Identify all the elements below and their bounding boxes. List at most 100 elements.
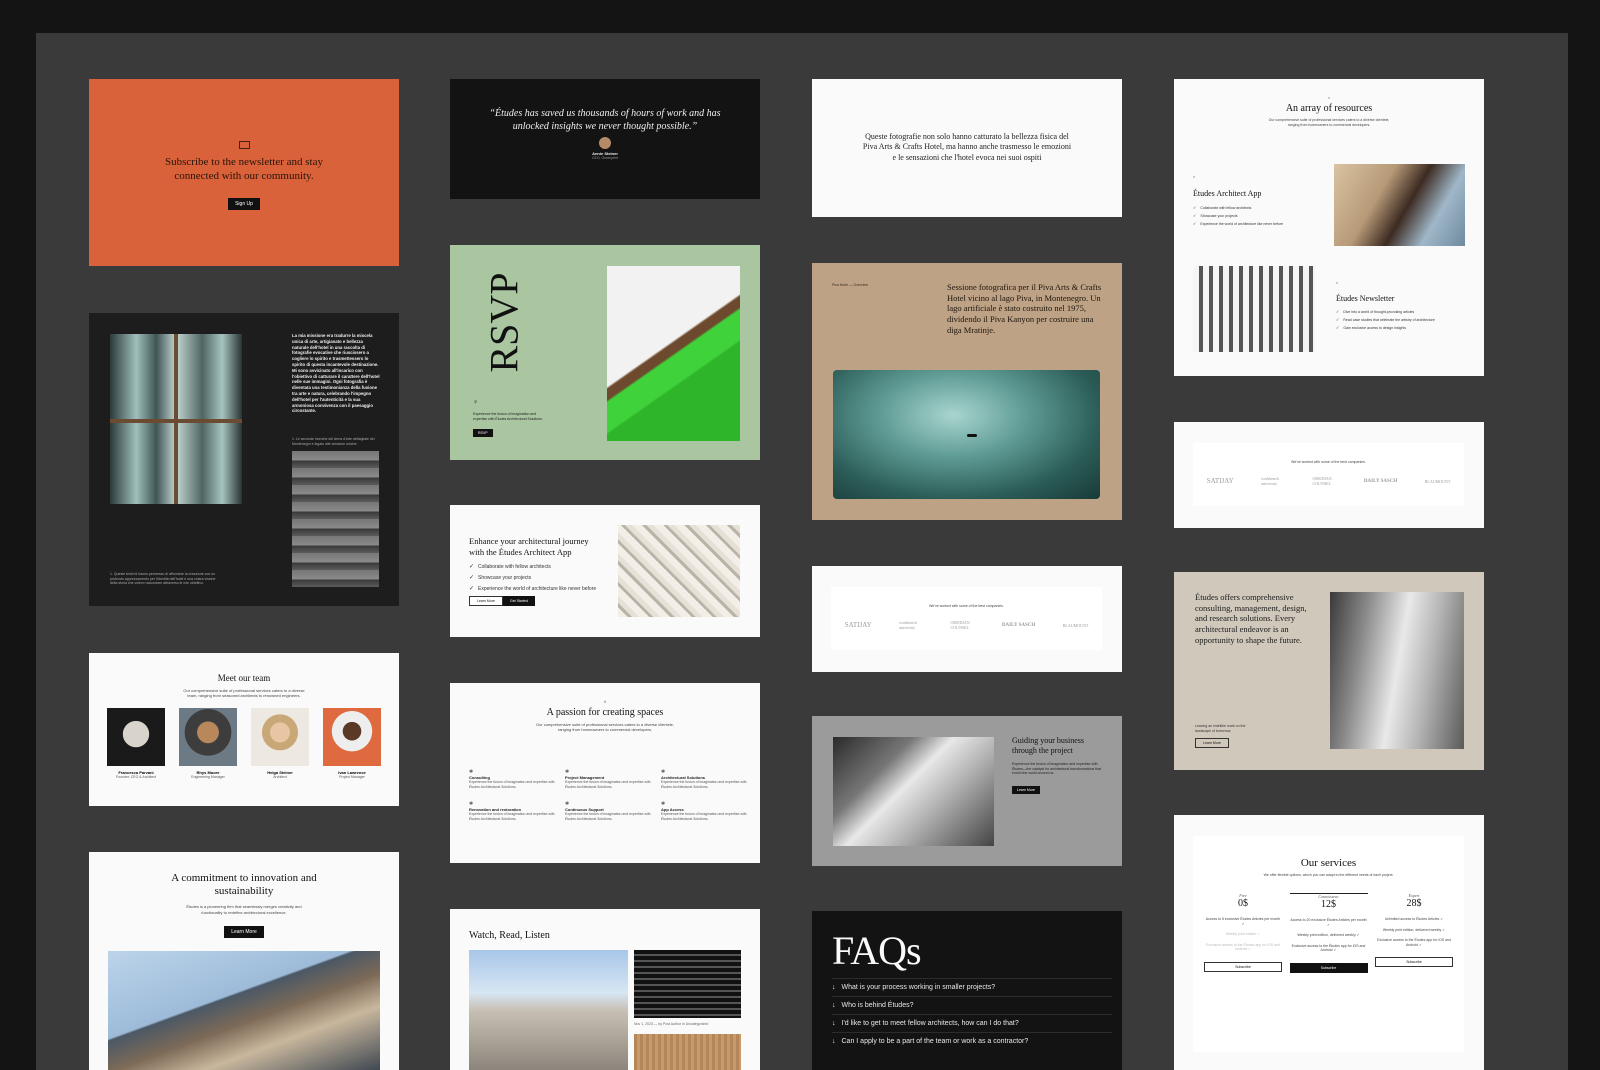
testimonial-avatar xyxy=(599,137,611,149)
member-photo xyxy=(107,708,165,767)
company-logo: SATIJAY xyxy=(844,621,872,629)
resources-subtitle: Our comprehensive suite of professional … xyxy=(1268,118,1390,127)
faq-item[interactable]: ↓ What is your process working in smaller… xyxy=(832,978,1112,996)
member-role: Founder, CEO & Architect xyxy=(115,775,157,780)
commitment-title: A commitment to innovation and sustainab… xyxy=(171,872,317,898)
lake-photo xyxy=(833,370,1100,499)
check-icon: ✓ xyxy=(469,564,475,570)
newsletter-item: ✓ Read case studies that celebrate the ar… xyxy=(1336,317,1435,322)
signup-button[interactable]: Sign Up xyxy=(228,197,260,210)
faq-item[interactable]: ↓ Who is behind Études? xyxy=(832,996,1112,1014)
faq-title: FAQs xyxy=(832,928,922,973)
worker-blueprint-photo xyxy=(833,737,994,846)
service-item: ✱ Consulting Experience the fusion of imag… xyxy=(469,769,555,789)
enhance-learn-button[interactable]: Learn More xyxy=(469,596,503,606)
star-icon: * xyxy=(1336,282,1338,288)
session-text: Sessione fotografica per il Piva Arts & … xyxy=(947,282,1102,335)
curtain-window-photo xyxy=(110,334,242,504)
services-card: Our services We offer flexible options, … xyxy=(1174,815,1484,1070)
boat-mark xyxy=(967,434,977,437)
team-member[interactable]: Rhys Moore Engineering Manager xyxy=(179,708,237,779)
chevron-down-icon: ↓ xyxy=(832,984,836,991)
team-card: Meet our team Our comprehensive suite of… xyxy=(89,653,399,806)
mission-card: La mia missione era tradurre la miscela … xyxy=(89,313,399,606)
faq-card: FAQs ↓ What is your process working in sm… xyxy=(812,911,1122,1070)
team-title: Meet our team xyxy=(217,673,271,683)
plan-connoisseur: Connoisseur 12$ Access to 20 exclusive É… xyxy=(1289,893,1368,973)
offers-note: Leaving an indelible mark on the landsca… xyxy=(1195,724,1246,733)
grid-facade-photo xyxy=(1193,266,1315,352)
mission-caption-bottom: 1. Queste testi mi hanno permesso di aff… xyxy=(110,572,216,586)
team-subtitle: Our comprehensive suite of professional … xyxy=(183,688,305,699)
company-logo: DAILY SASCH xyxy=(1363,478,1398,484)
company-logo: BLAUMOUNT xyxy=(1424,478,1451,484)
commitment-card: A commitment to innovation and sustainab… xyxy=(89,852,399,1070)
team-member[interactable]: Ivan Lawrence Project Manager xyxy=(323,708,381,779)
company-logo: DAILY SASCH xyxy=(1001,622,1036,628)
resources-title: An array of resources xyxy=(1285,103,1373,114)
app-item: ✓ Showcase your projects xyxy=(1193,213,1238,218)
newsletter-item: ✓ Dive into a world of thought-provoking … xyxy=(1336,309,1415,314)
session-eyebrow: Piva Hotel — Overview xyxy=(832,283,868,287)
resources-card: * An array of resources Our comprehensiv… xyxy=(1174,79,1484,376)
passion-title: A passion for creating spaces xyxy=(546,707,664,718)
stairs-photo xyxy=(292,451,379,587)
team-member[interactable]: Helga Steiner Architect xyxy=(251,708,309,779)
rsvp-body: Experience the fusion of imagination and… xyxy=(473,412,543,421)
atrium-photo xyxy=(1330,592,1464,749)
enhance-item: ✓ Showcase your projects xyxy=(469,574,532,582)
subscribe-button[interactable]: Subscribe xyxy=(1289,962,1368,973)
subscribe-button[interactable]: Subscribe xyxy=(1204,961,1282,972)
service-item: ✱ Continuous Support Experience the fusion… xyxy=(565,801,651,821)
enhance-item: ✓ Experience the world of architecture li… xyxy=(469,585,597,593)
logos-title: We've worked with some of the best compa… xyxy=(1291,460,1366,464)
member-role: Architect xyxy=(273,775,287,780)
member-role: Project Manager xyxy=(339,775,365,780)
enhance-title: Enhance your architectural journey with … xyxy=(469,536,589,557)
enhance-item: ✓ Collaborate with fellow architects xyxy=(469,563,551,571)
company-logo: OBSIDIAN COUNSEL xyxy=(950,620,970,630)
faq-item[interactable]: ↓ I'd like to get to meet fellow architec… xyxy=(832,1014,1112,1032)
newsletter-title: Subscribe to the newsletter and stay con… xyxy=(165,156,323,183)
testimonial-quote: “Études has saved us thousands of hours … xyxy=(489,108,721,132)
check-icon: ✓ xyxy=(1193,205,1197,210)
enhance-card: Enhance your architectural journey with … xyxy=(450,505,760,637)
check-icon: ✓ xyxy=(469,575,475,581)
mission-text: La mia missione era tradurre la miscela … xyxy=(292,333,380,414)
rsvp-button[interactable]: RSVP xyxy=(473,429,493,437)
star-icon: * xyxy=(1193,176,1195,182)
mission-caption-top: 1. Le seconde ricerche del Arma d'arte d… xyxy=(292,437,375,446)
guiding-learn-button[interactable]: Learn More xyxy=(1012,786,1040,794)
plan-expert: Expert 28$ Unlimited access to Études Ar… xyxy=(1375,893,1453,973)
check-icon: ✓ xyxy=(1193,221,1197,226)
wood-photo xyxy=(634,1034,741,1070)
offers-text: Études offers comprehensive consulting, … xyxy=(1195,592,1307,645)
chevron-down-icon: ↓ xyxy=(832,1002,836,1009)
service-item: ✱ App Access Experience the fusion of imag… xyxy=(661,801,747,821)
logos-card-2: We've worked with some of the best compa… xyxy=(1174,422,1484,528)
service-item: ✱ Project Management Experience the fusion… xyxy=(565,769,651,789)
testimonial-role: CEO, Greenprint xyxy=(591,156,619,160)
company-logo: BLAUMOUNT xyxy=(1062,622,1089,628)
rsvp-icon: ♀ xyxy=(473,399,479,406)
company-logo: SATIJAY xyxy=(1206,477,1234,485)
dark-facade-photo xyxy=(634,950,741,1018)
watch-card: Watch, Read, Listen Nov 1, 2023 — by Pos… xyxy=(450,909,760,1070)
check-icon: ✓ xyxy=(469,586,475,592)
team-member[interactable]: Francesca Parvani Founder, CEO & Archite… xyxy=(107,708,165,779)
enhance-start-button[interactable]: Get Started xyxy=(503,596,535,606)
offers-learn-button[interactable]: Learn More xyxy=(1195,738,1229,748)
service-item: ✱ Architectural Solutions Experience the f… xyxy=(661,769,747,789)
subscribe-button[interactable]: Subscribe xyxy=(1375,957,1453,968)
chevron-down-icon: ↓ xyxy=(832,1020,836,1027)
member-photo xyxy=(323,708,381,767)
session-card: Piva Hotel — Overview Sessione fotografi… xyxy=(812,263,1122,520)
watch-title: Watch, Read, Listen xyxy=(469,930,550,941)
commitment-learn-button[interactable]: Learn More xyxy=(224,925,264,938)
faq-item[interactable]: ↓ Can I apply to be a part of the team or… xyxy=(832,1032,1112,1050)
logos-card: We've worked with some of the best compa… xyxy=(812,566,1122,672)
app-title: Études Architect App xyxy=(1193,189,1262,198)
logos-title: We've worked with some of the best compa… xyxy=(929,604,1004,608)
guiding-body: Experience the fusion of imagination and… xyxy=(1012,762,1102,776)
check-icon: ✓ xyxy=(1336,325,1340,330)
